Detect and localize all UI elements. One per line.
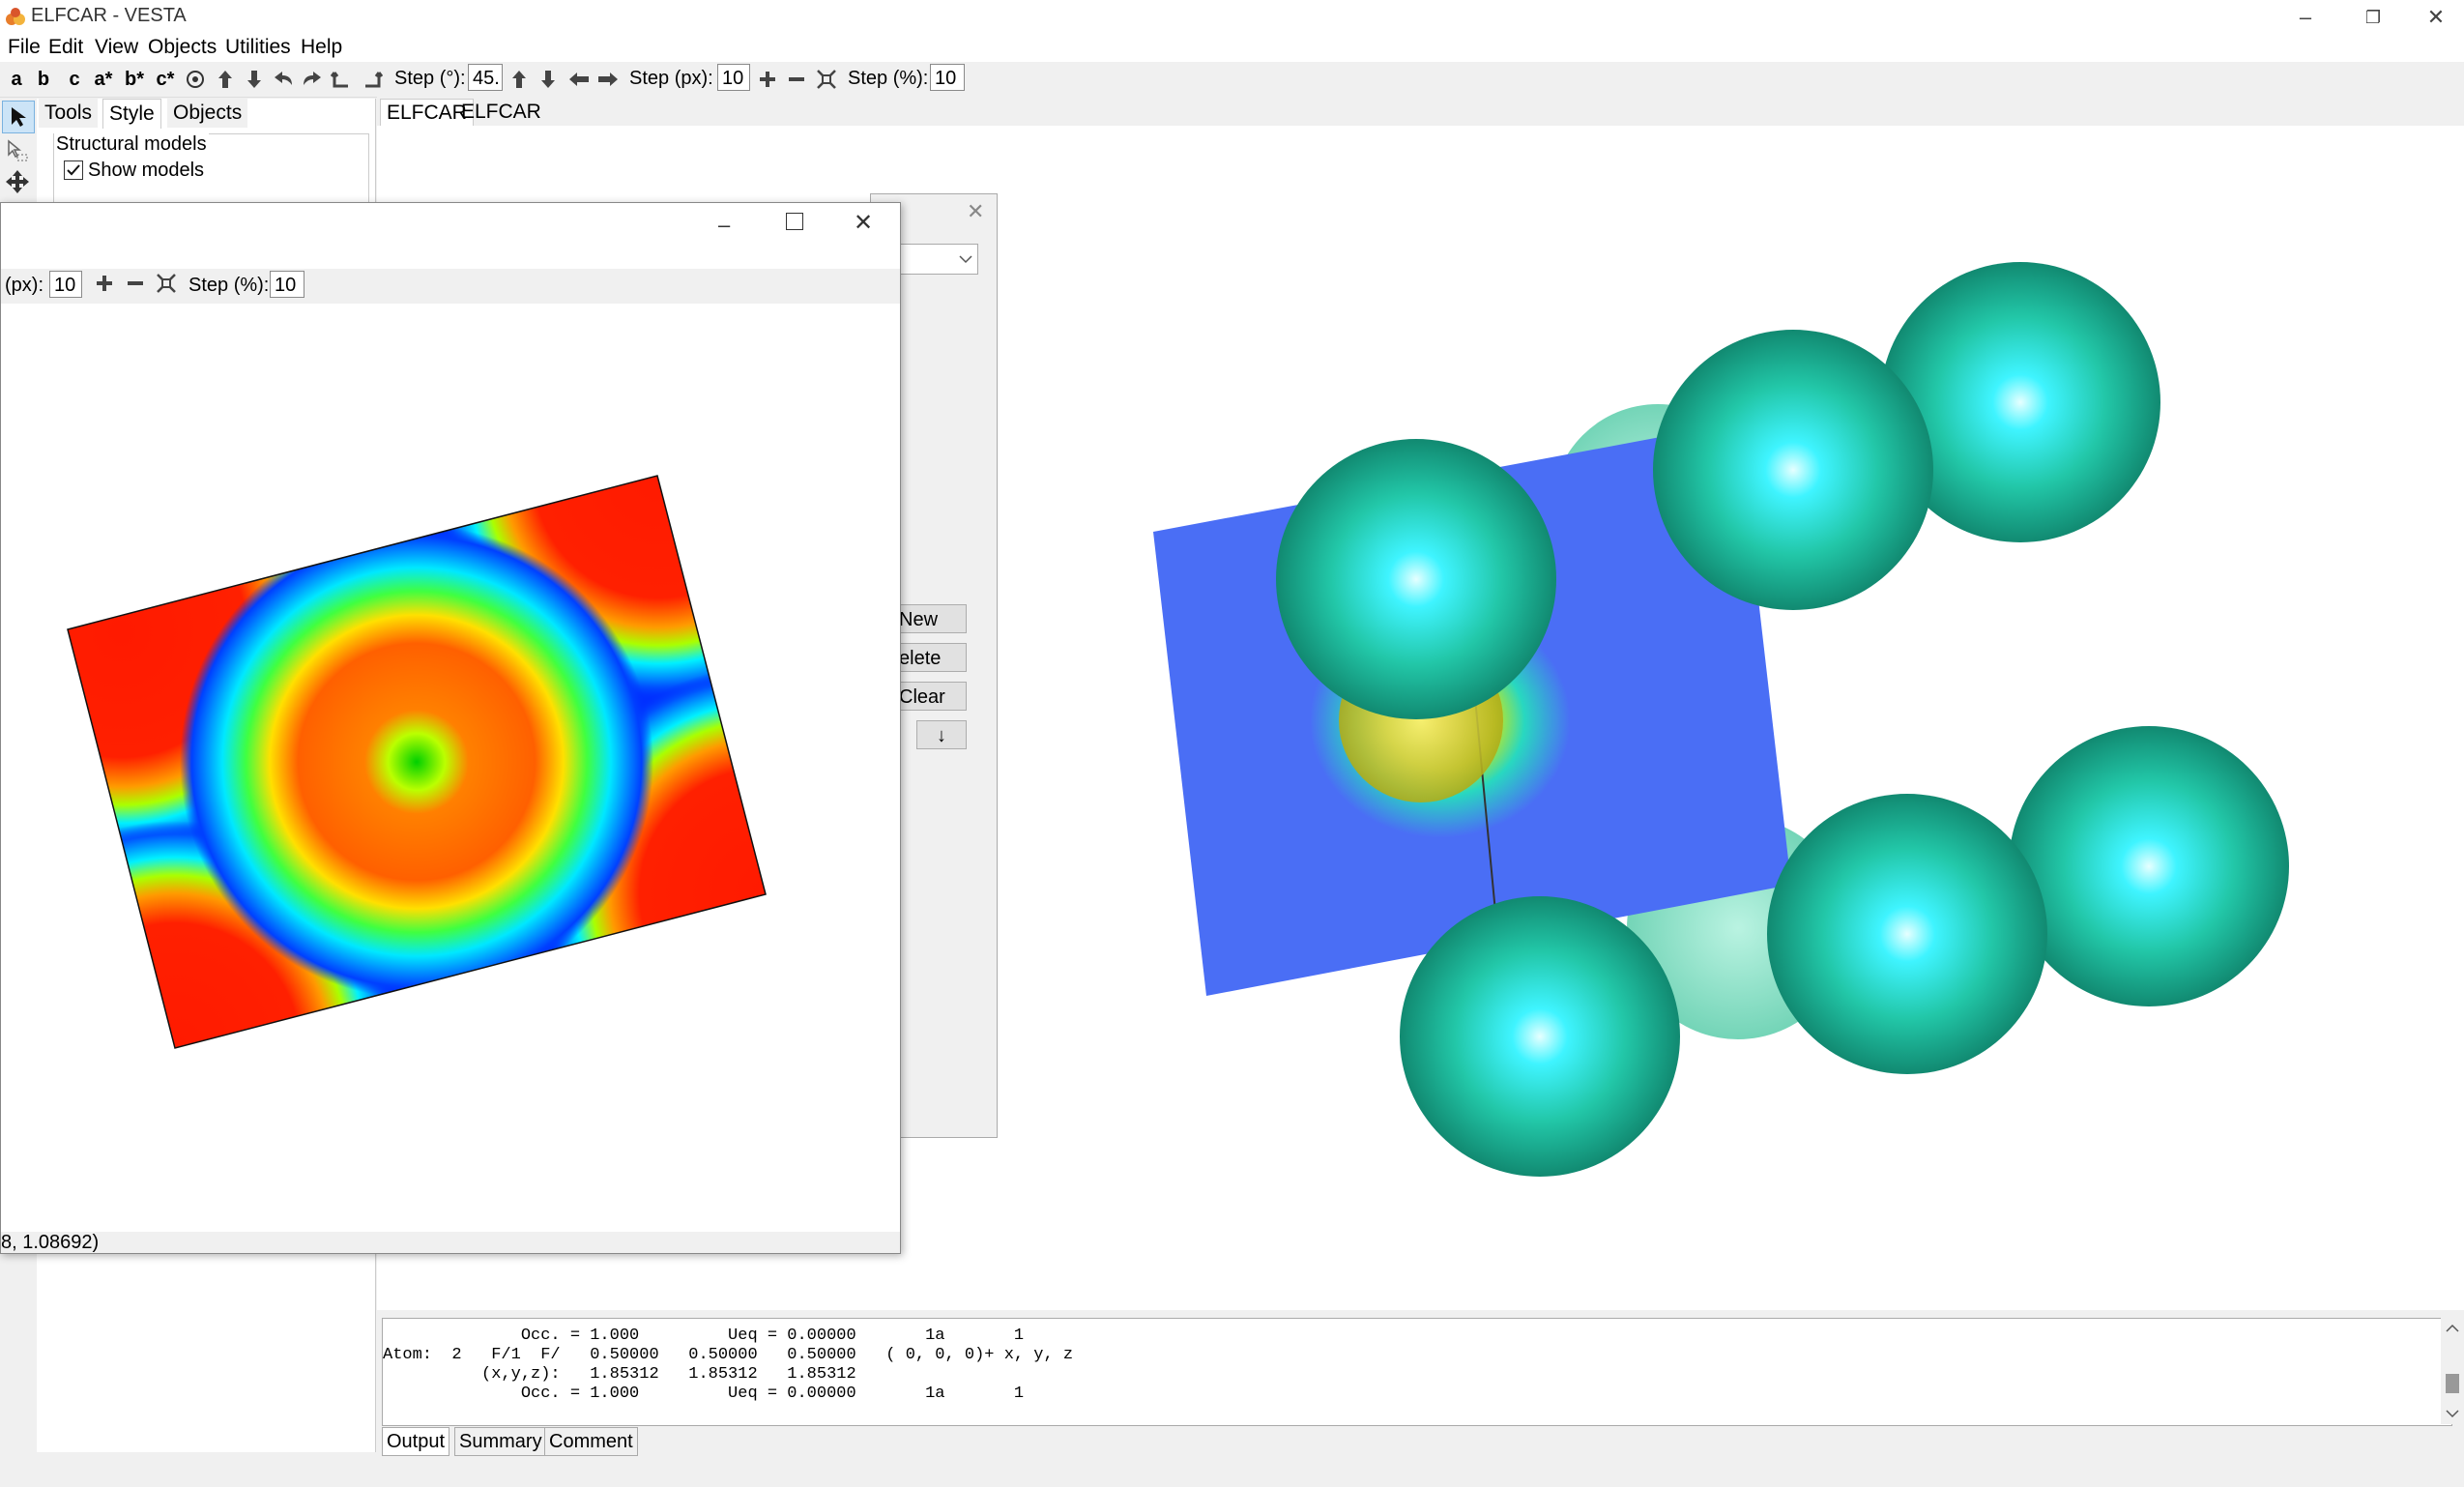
move-right-icon[interactable]	[595, 66, 621, 93]
move-down-button[interactable]: ↓	[916, 720, 967, 749]
step-pct-input[interactable]: 10	[930, 64, 965, 91]
tab-output[interactable]: Output	[382, 1427, 450, 1456]
tab-objects[interactable]: Objects	[167, 99, 248, 128]
slice-step-px-label: (px):	[5, 275, 43, 296]
slice-status-bar: 8, 1.08692)	[1, 1232, 900, 1253]
view-c-star-button[interactable]: c*	[153, 66, 178, 93]
menu-help[interactable]: Help	[301, 36, 342, 59]
slice-step-px-input[interactable]: 10	[49, 271, 82, 298]
atom-right	[2009, 726, 2289, 1006]
step-deg-label: Step (°):	[394, 68, 466, 89]
output-line: Occ. = 1.000 Ueq = 0.00000 1a 1	[383, 1385, 1025, 1403]
output-line: Atom: 2 F/1 F/ 0.50000 0.50000 0.50000 (…	[383, 1346, 1074, 1364]
move-left-icon[interactable]	[566, 66, 592, 93]
view-c-button[interactable]: c	[64, 66, 85, 93]
menu-utilities[interactable]: Utilities	[225, 36, 291, 59]
close-button[interactable]: ✕	[2402, 0, 2464, 35]
menu-bar	[0, 35, 2464, 62]
menu-edit[interactable]: Edit	[48, 36, 83, 59]
restore-button[interactable]: ❐	[2339, 0, 2407, 35]
menu-view[interactable]: View	[95, 36, 138, 59]
step-px-input[interactable]: 10	[717, 64, 750, 91]
rotate-down-icon[interactable]	[242, 66, 267, 93]
clear-button[interactable]: Clear	[894, 682, 967, 711]
slice-window-titlebar	[1, 203, 900, 249]
select-tool-icon[interactable]	[2, 101, 35, 133]
view-a-star-button[interactable]: a*	[91, 66, 116, 93]
rotate-ccw-icon[interactable]	[329, 66, 354, 93]
structural-models-title: Structural models	[54, 133, 209, 156]
rotate-cw-icon[interactable]	[360, 66, 385, 93]
slice-zoom-out-icon[interactable]	[127, 275, 144, 298]
atom-bottom-center	[1767, 794, 2047, 1074]
show-models-checkbox[interactable]	[64, 160, 83, 180]
step-px-label: Step (px):	[629, 68, 713, 89]
tab-summary[interactable]: Summary	[454, 1427, 547, 1456]
slice-fit-icon[interactable]	[156, 273, 177, 300]
menu-file[interactable]: File	[8, 36, 41, 59]
slice-close-icon[interactable]: ✕	[854, 209, 873, 237]
title-bar	[0, 0, 2464, 35]
slice-canvas[interactable]	[1, 304, 900, 1232]
menu-objects[interactable]: Objects	[148, 36, 217, 59]
vesta-app-icon	[4, 6, 27, 29]
rotate-up-icon[interactable]	[213, 66, 238, 93]
atom-bottom-left	[1400, 896, 1680, 1177]
rotate-left-icon[interactable]	[271, 66, 296, 93]
slice-window: – ✕ (px): 10 Step (%): 10 8, 1.08692)	[0, 202, 901, 1254]
slice-minimize-icon[interactable]: –	[718, 213, 730, 238]
atom-top-center	[1653, 330, 1933, 610]
output-text[interactable]: Occ. = 1.000 Ueq = 0.00000 1a 1 Atom: 2 F…	[382, 1318, 2452, 1426]
slice-zoom-in-icon[interactable]	[96, 275, 113, 298]
elf-2d-slice	[67, 475, 767, 1049]
delete-button[interactable]: elete	[894, 643, 967, 672]
tab-comment[interactable]: Comment	[544, 1427, 638, 1456]
new-button[interactable]: New	[894, 604, 967, 633]
atom-left	[1276, 439, 1556, 719]
zoom-out-icon[interactable]	[785, 66, 808, 93]
view-a-button[interactable]: a	[6, 66, 27, 93]
window-title: ELFCAR - VESTA	[31, 5, 187, 26]
show-models-label: Show models	[88, 160, 205, 181]
output-scrollbar[interactable]	[2441, 1318, 2464, 1424]
document-tab-bar	[377, 97, 2464, 126]
minimize-button[interactable]: –	[2272, 0, 2339, 35]
tab-tools[interactable]: Tools	[39, 99, 99, 128]
translate-select-icon[interactable]	[2, 135, 33, 166]
bg-dialog-close-icon[interactable]: ✕	[967, 199, 984, 224]
move-up-icon[interactable]	[508, 66, 530, 93]
view-b-button[interactable]: b	[33, 66, 54, 93]
slice-step-pct-label: Step (%):	[188, 275, 270, 296]
rotate-right-icon[interactable]	[300, 66, 325, 93]
output-line: (x,y,z): 1.85312 1.85312 1.85312	[383, 1365, 856, 1384]
move-down-icon[interactable]	[537, 66, 559, 93]
rotation-mode-icon[interactable]	[182, 66, 209, 93]
output-line: Occ. = 1.000 Ueq = 0.00000 1a 1	[383, 1327, 1025, 1345]
zoom-in-icon[interactable]	[756, 66, 779, 93]
move-tool-icon[interactable]	[2, 166, 33, 197]
slice-maximize-icon[interactable]	[786, 213, 803, 230]
tab-elfcar-2[interactable]: ELFCAR	[455, 99, 547, 126]
fit-to-screen-icon[interactable]	[814, 66, 839, 93]
slice-step-pct-input[interactable]: 10	[270, 271, 304, 298]
step-deg-input[interactable]: 45.	[468, 64, 503, 91]
tab-style[interactable]: Style	[102, 99, 161, 129]
status-bar	[0, 1460, 2464, 1487]
view-b-star-button[interactable]: b*	[122, 66, 147, 93]
step-pct-label: Step (%):	[848, 68, 929, 89]
